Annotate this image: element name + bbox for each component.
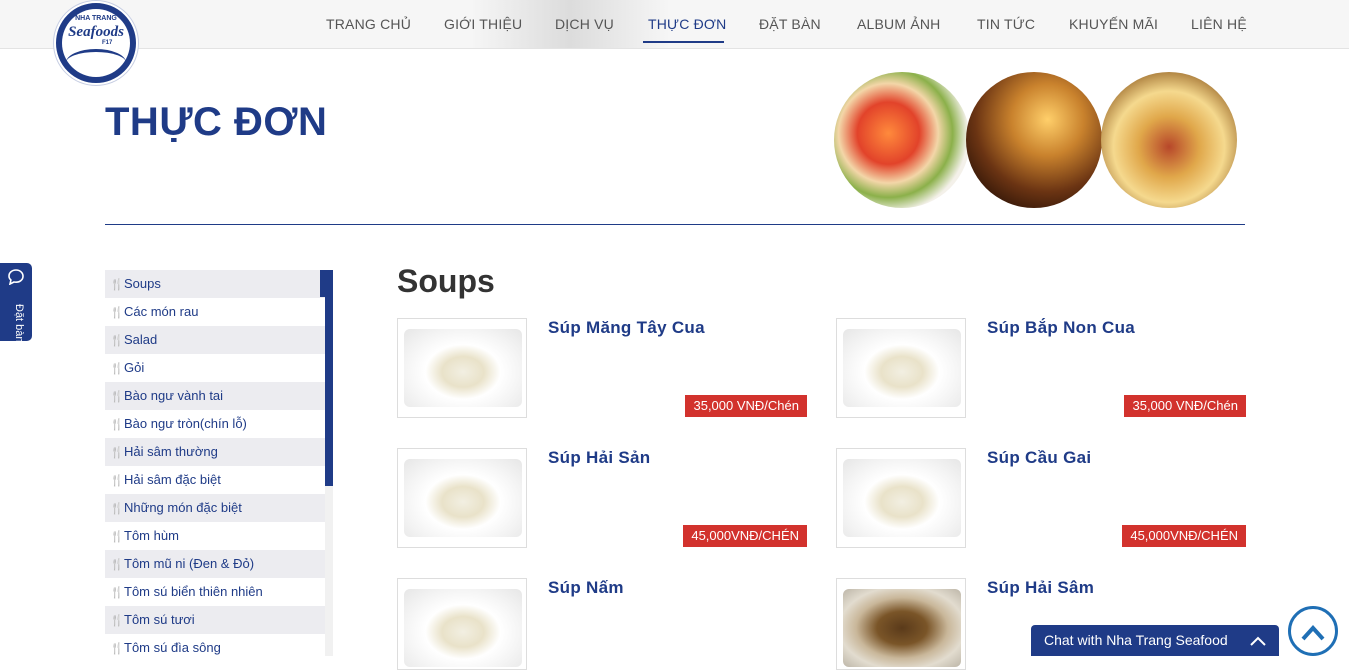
- menu-item-vegetables[interactable]: 🍴Các món rau: [105, 298, 327, 326]
- menu-item-slipper-lobster[interactable]: 🍴Tôm mũ ni (Đen & Đỏ): [105, 550, 327, 578]
- menu-item-specials[interactable]: 🍴Những món đặc biệt: [105, 494, 327, 522]
- price-badge: 35,000 VNĐ/Chén: [1124, 395, 1246, 417]
- fork-knife-icon: 🍴: [110, 587, 124, 599]
- logo-sub-text: F17: [102, 40, 113, 46]
- dish-image[interactable]: [397, 578, 527, 670]
- dish-card[interactable]: Súp Măng Tây Cua 35,000 VNĐ/Chén: [397, 318, 807, 418]
- banner-image-seafood: [834, 72, 970, 208]
- menu-item-lobster[interactable]: 🍴Tôm hùm: [105, 522, 327, 550]
- fork-knife-icon: 🍴: [110, 643, 124, 655]
- dish-name[interactable]: Súp Măng Tây Cua: [548, 318, 705, 338]
- fork-knife-icon: 🍴: [110, 363, 124, 375]
- menu-item-sea-cucumber[interactable]: 🍴Hải sâm thường: [105, 438, 327, 466]
- dish-image[interactable]: [836, 318, 966, 418]
- dish-card[interactable]: Súp Cầu Gai 45,000VNĐ/CHÉN: [836, 448, 1246, 548]
- nav-item-news[interactable]: TIN TỨC: [977, 16, 1035, 32]
- menu-item-abalone-round[interactable]: 🍴Bào ngư tròn(chín lỗ): [105, 410, 327, 438]
- chevron-up-icon: [1249, 625, 1267, 656]
- fork-knife-icon: 🍴: [110, 447, 124, 459]
- fork-knife-icon: 🍴: [110, 419, 124, 431]
- menu-item-fresh-tiger-prawn[interactable]: 🍴Tôm sú tươi: [105, 606, 327, 634]
- nav-item-menu[interactable]: THỰC ĐƠN: [648, 16, 726, 32]
- banner-image-restaurant: [1101, 72, 1237, 208]
- fork-knife-icon: 🍴: [110, 279, 124, 291]
- price-badge: 45,000VNĐ/CHÉN: [1122, 525, 1246, 547]
- nav-item-home[interactable]: TRANG CHỦ: [326, 16, 411, 32]
- nav-item-contact[interactable]: LIÊN HỆ: [1191, 16, 1247, 32]
- fork-knife-icon: 🍴: [110, 615, 124, 627]
- fork-knife-icon: 🍴: [110, 307, 124, 319]
- dish-name[interactable]: Súp Hải Sâm: [987, 578, 1094, 598]
- dish-name[interactable]: Súp Bắp Non Cua: [987, 318, 1135, 338]
- nav-item-services[interactable]: DỊCH VỤ: [555, 16, 614, 32]
- fork-knife-icon: 🍴: [110, 335, 124, 347]
- menu-item-abalone-ear[interactable]: 🍴Bào ngư vành tai: [105, 382, 327, 410]
- category-menu: 🍴Soups 🍴Các món rau 🍴Salad 🍴Gỏi 🍴Bào ngư…: [105, 270, 327, 656]
- nav-item-booking[interactable]: ĐẶT BÀN: [759, 16, 821, 32]
- section-title: Soups: [397, 263, 495, 299]
- menu-item-goi[interactable]: 🍴Gỏi: [105, 354, 327, 382]
- back-to-top-button[interactable]: [1288, 606, 1338, 656]
- dish-name[interactable]: Súp Cầu Gai: [987, 448, 1091, 468]
- dish-card[interactable]: Súp Bắp Non Cua 35,000 VNĐ/Chén: [836, 318, 1246, 418]
- nav-item-album[interactable]: ALBUM ẢNH: [857, 16, 940, 32]
- fork-knife-icon: 🍴: [110, 531, 124, 543]
- nav-item-promotions[interactable]: KHUYẾN MÃI: [1069, 16, 1158, 32]
- dish-card[interactable]: Súp Nấm: [397, 578, 807, 670]
- dish-card[interactable]: Súp Hải Sản 45,000VNĐ/CHÉN: [397, 448, 807, 548]
- banner-image-dining-room: [966, 72, 1102, 208]
- booking-side-tab[interactable]: Đặt bàn: [0, 263, 32, 343]
- logo-top-text: NHA TRANG: [75, 15, 117, 22]
- dish-name[interactable]: Súp Nấm: [548, 578, 624, 598]
- logo-wave-graphic: [66, 49, 126, 76]
- price-badge: 35,000 VNĐ/Chén: [685, 395, 807, 417]
- menu-scrollbar-thumb[interactable]: [325, 270, 333, 486]
- fork-knife-icon: 🍴: [110, 559, 124, 571]
- side-tab-label: Đặt bàn: [13, 304, 25, 343]
- dish-image[interactable]: [397, 448, 527, 548]
- arrow-up-icon: [1300, 616, 1326, 646]
- page-title: THỰC ĐƠN: [105, 100, 328, 144]
- price-badge: 45,000VNĐ/CHÉN: [683, 525, 807, 547]
- dish-name[interactable]: Súp Hải Sản: [548, 448, 651, 468]
- menu-item-sea-cucumber-special[interactable]: 🍴Hải sâm đặc biệt: [105, 466, 327, 494]
- site-logo[interactable]: NHA TRANG Seafoods F17: [54, 1, 138, 85]
- dish-image[interactable]: [836, 448, 966, 548]
- menu-item-river-tiger-prawn[interactable]: 🍴Tôm sú đìa sông: [105, 634, 327, 656]
- fork-knife-icon: 🍴: [110, 475, 124, 487]
- menu-item-soups[interactable]: 🍴Soups: [105, 270, 327, 298]
- chat-widget-label: Chat with Nha Trang Seafood: [1044, 632, 1228, 648]
- fork-knife-icon: 🍴: [110, 503, 124, 515]
- fork-knife-icon: 🍴: [110, 391, 124, 403]
- dish-image[interactable]: [397, 318, 527, 418]
- logo-wordmark: Seafoods: [68, 24, 124, 40]
- dish-image[interactable]: [836, 578, 966, 670]
- menu-active-marker: [320, 270, 325, 297]
- menu-item-salad[interactable]: 🍴Salad: [105, 326, 327, 354]
- menu-item-wild-tiger-prawn[interactable]: 🍴Tôm sú biển thiên nhiên: [105, 578, 327, 606]
- title-divider: [105, 224, 1245, 225]
- chat-widget-bar[interactable]: Chat with Nha Trang Seafood: [1031, 625, 1279, 656]
- nav-item-about[interactable]: GIỚI THIỆU: [444, 16, 522, 32]
- chat-icon: [8, 269, 24, 289]
- nav-active-underline: [643, 41, 724, 43]
